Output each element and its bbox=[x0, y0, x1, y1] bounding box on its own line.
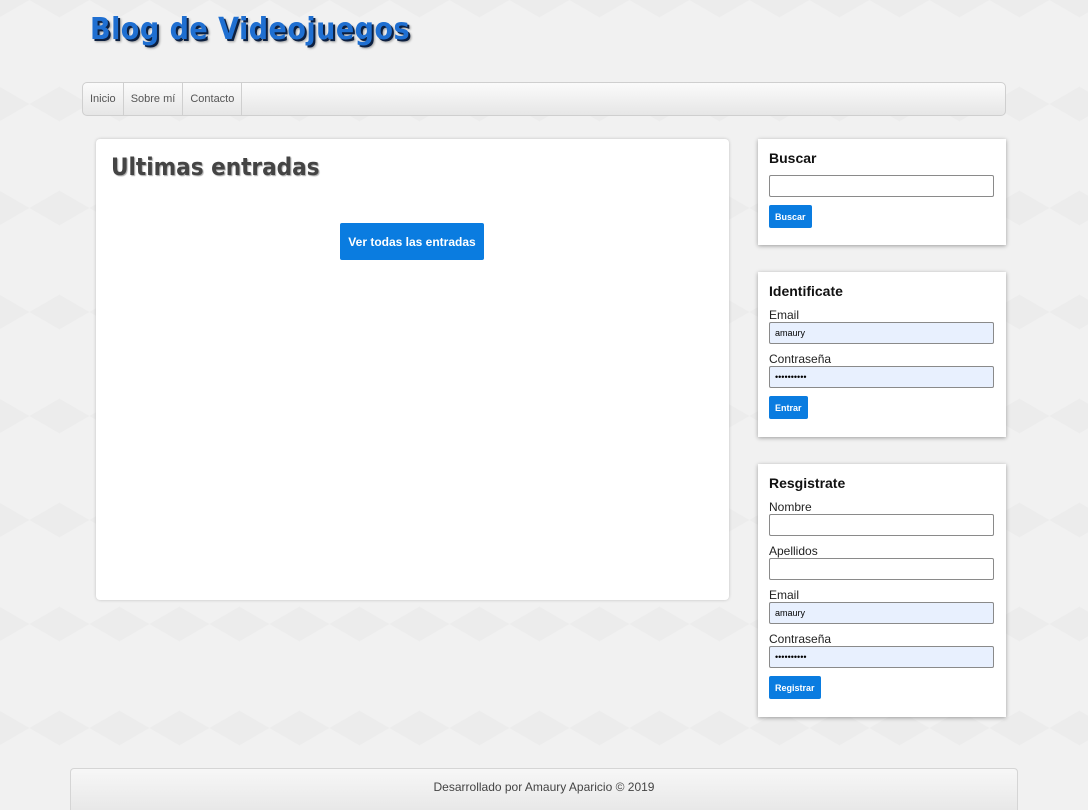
login-password-field[interactable] bbox=[769, 366, 994, 388]
view-all-entries-button[interactable]: Ver todas las entradas bbox=[340, 223, 484, 260]
main-navbar: Inicio Sobre mí Contacto bbox=[82, 82, 1006, 116]
register-password-label: Contraseña bbox=[769, 632, 832, 646]
login-password-label: Contraseña bbox=[769, 352, 832, 366]
nav-item-inicio[interactable]: Inicio bbox=[83, 83, 124, 115]
register-name-label: Nombre bbox=[769, 500, 812, 514]
register-email-label: Email bbox=[769, 588, 800, 602]
register-password-field[interactable] bbox=[769, 646, 994, 668]
login-email-field[interactable] bbox=[769, 322, 994, 344]
page-footer: Desarrollado por Amaury Aparicio © 2019 bbox=[70, 768, 1018, 810]
login-panel: Identificate Email Contraseña Entrar bbox=[758, 272, 1006, 437]
register-panel: Resgistrate Nombre Apellidos Email Contr… bbox=[758, 464, 1006, 717]
search-panel-title: Buscar bbox=[769, 150, 817, 166]
register-lastname-field[interactable] bbox=[769, 558, 994, 580]
register-lastname-label: Apellidos bbox=[769, 544, 818, 558]
search-input[interactable] bbox=[769, 175, 994, 197]
latest-entries-title: Ultimas entradas bbox=[111, 153, 320, 181]
login-submit-button[interactable]: Entrar bbox=[769, 396, 808, 419]
site-title: Blog de Videojuegos bbox=[90, 12, 411, 47]
nav-item-sobre-mi[interactable]: Sobre mí bbox=[124, 83, 184, 115]
footer-credits: Desarrollado por Amaury Aparicio © 2019 bbox=[433, 780, 655, 794]
nav-item-contacto[interactable]: Contacto bbox=[183, 83, 243, 115]
latest-entries-panel: Ultimas entradas Ver todas las entradas bbox=[96, 139, 729, 600]
register-submit-button[interactable]: Registrar bbox=[769, 676, 821, 699]
search-panel: Buscar Buscar bbox=[758, 139, 1006, 245]
login-panel-title: Identificate bbox=[769, 283, 843, 299]
login-email-label: Email bbox=[769, 308, 800, 322]
register-email-field[interactable] bbox=[769, 602, 994, 624]
register-panel-title: Resgistrate bbox=[769, 475, 846, 491]
search-button[interactable]: Buscar bbox=[769, 205, 812, 228]
register-name-field[interactable] bbox=[769, 514, 994, 536]
